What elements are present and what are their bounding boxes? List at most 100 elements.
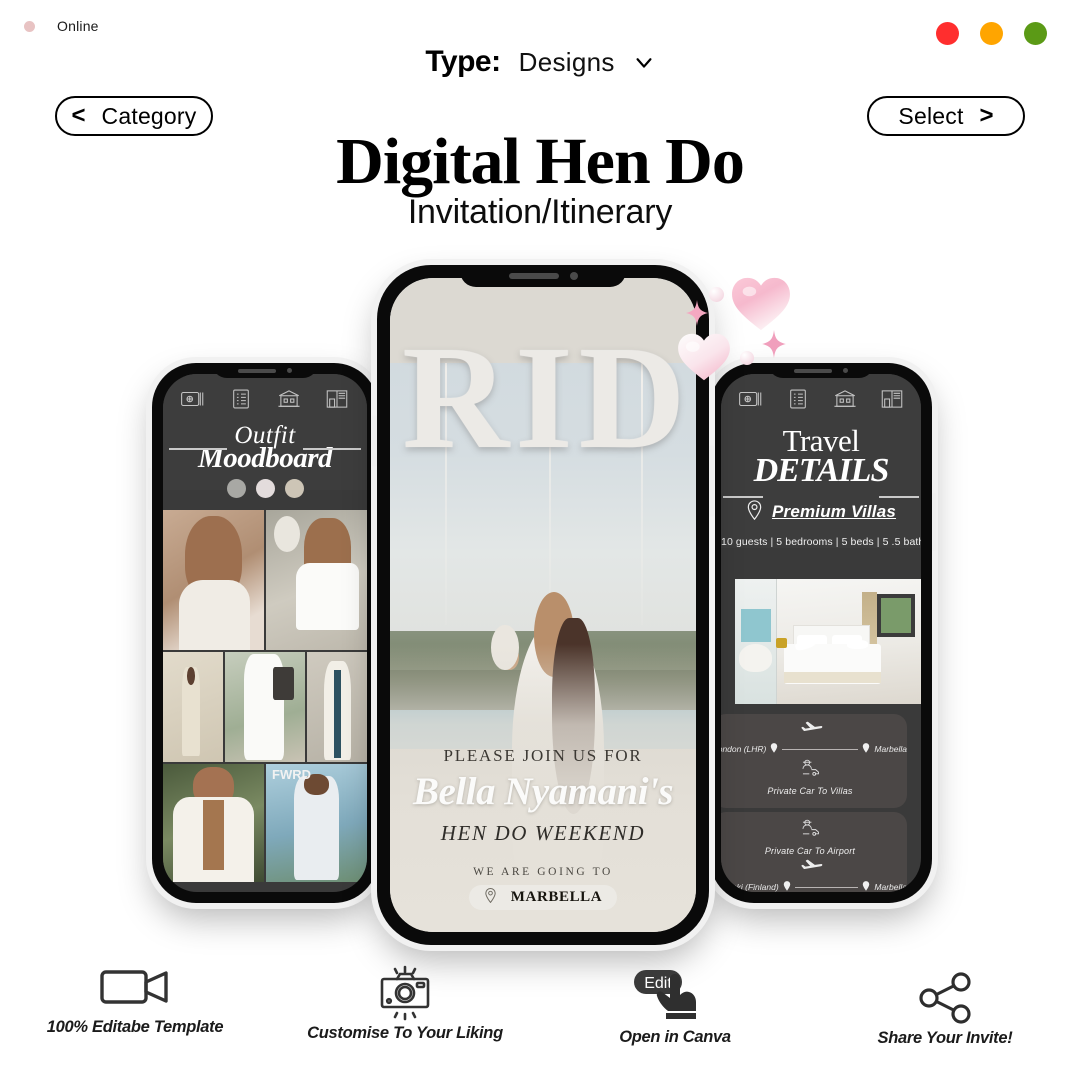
trip-card[interactable]: Private Car To Airport Helsinki (Finland… [721,812,907,892]
status-label: Online [57,18,99,34]
airplane-icon [721,859,907,877]
phone-notch-center [460,265,626,287]
moodboard-photo-grid: FWRD [163,510,367,882]
phone-screen-right: Travel DETAILS Premium Villas 10 guests … [721,374,921,892]
sphere-decoration [709,287,724,302]
destination-label: MARBELLA [510,889,603,905]
travel-bold-heading: DETAILS [753,452,890,490]
balloon-letters: RID [402,315,692,480]
moodboard-photo[interactable] [163,651,223,763]
building-icon[interactable] [276,388,302,415]
phone-power-button [932,493,936,551]
invitation-event: HEN DO WEEKEND [440,821,646,845]
feature-label: Share Your Invite! [877,1029,1013,1047]
phone-power-button [709,445,714,517]
header-rule-right [879,496,919,498]
location-pin-icon [862,878,870,892]
moodboard-photo[interactable] [163,510,264,650]
video-camera-icon [99,956,171,1018]
feature-editable-template[interactable]: 100% Editabe Template [0,944,270,1074]
invitation-intro: PLEASE JOIN US FOR [443,746,643,765]
villa-name[interactable]: Premium Villas [772,502,896,522]
villa-row[interactable]: Premium Villas [721,499,921,525]
trip-destination: Marbella [874,882,907,892]
left-nav-icons[interactable] [163,374,367,420]
right-nav-icons[interactable] [721,374,921,420]
heart-decoration [730,276,792,332]
type-selector[interactable]: Type: Designs [0,45,1080,79]
trip-origin: London (LHR) [721,744,767,754]
moodboard-photo[interactable] [163,764,264,882]
type-label: Type: [425,45,501,78]
phone-side-button [148,468,152,510]
location-pin-icon [770,740,778,758]
ticket-icon[interactable] [738,388,764,415]
trip-destination: Marbella [874,744,907,754]
feature-open-in-canva[interactable]: Edit Open in Canva [540,944,810,1074]
ticket-icon[interactable] [180,388,206,415]
location-pin-icon [862,740,870,758]
transfer-label: Private Car To Airport [764,846,856,856]
swatch [284,479,304,498]
route-line [782,748,859,750]
chauffeur-icon [721,819,907,841]
phone-notch-right [768,363,874,378]
travel-header: Travel DETAILS Premium Villas 10 guests … [721,420,921,548]
transfer-label: Private Car To Villas [767,786,853,796]
checklist-icon[interactable] [785,388,811,415]
destination-chip[interactable]: MARBELLA [469,885,617,910]
moodboard-photo[interactable]: FWRD [266,764,367,882]
phone-notch-left [212,363,318,378]
moodboard-photo[interactable] [266,510,367,650]
chevron-down-icon[interactable] [633,51,655,73]
location-pin-icon [484,887,497,908]
invitation-name: Bella Nyamani's [412,770,674,813]
villa-bedroom-photo[interactable] [735,579,921,704]
minimize-button[interactable] [980,22,1003,45]
invitation-text: PLEASE JOIN US FOR Bella Nyamani's HEN D… [390,746,696,910]
header-rule-left [169,448,227,450]
phone-mockup-center[interactable]: RID PLEASE JOIN US FOR Bella Nyamani's H… [372,265,714,945]
trip-card[interactable]: London (LHR) Marbella Private Car To Vil… [721,714,907,808]
feature-label: 100% Editabe Template [46,1018,224,1036]
chauffeur-icon [721,759,907,781]
feature-label: Customise To Your Liking [307,1024,503,1042]
color-swatches [163,479,367,498]
moodboard-bold-heading: Moodboard [197,442,333,474]
moodboard-photo[interactable] [307,651,367,763]
header-rule-left [723,496,763,498]
status-dot [24,20,35,32]
phone-mockup-left[interactable]: Outfit Moodboard FWRD [148,363,382,903]
storefront-icon[interactable] [324,388,350,415]
app-window: Online Type: Designs < Category Select >… [0,0,1080,1080]
page-title: Digital Hen Do [336,125,745,198]
online-status: Online [24,18,99,34]
phone-mockup-right[interactable]: Travel DETAILS Premium Villas 10 guests … [706,363,936,903]
moodboard-photo[interactable] [224,651,306,763]
checklist-icon[interactable] [228,388,254,415]
header-rule-right [303,448,361,450]
feature-share-invite[interactable]: Share Your Invite! [810,944,1080,1074]
trip-route: London (LHR) Marbella [721,740,907,758]
building-icon[interactable] [832,388,858,415]
type-value[interactable]: Designs [519,47,615,78]
close-button[interactable] [936,22,959,45]
trip-route: Helsinki (Finland) Marbella [721,878,907,892]
feature-row: 100% Editabe Template Customise To Your … [0,944,1080,1074]
maximize-button[interactable] [1024,22,1047,45]
travel-script-heading: Travel [782,423,860,458]
sphere-decoration [740,351,754,365]
route-line [794,886,859,888]
trip-origin: Helsinki (Finland) [721,882,779,892]
sparkle-icon [762,330,786,363]
invitation-going-label: WE ARE GOING TO [473,866,613,878]
phone-side-button [372,415,377,467]
window-controls[interactable] [936,22,1047,45]
storefront-icon[interactable] [879,388,905,415]
swatch [226,479,246,498]
swatch [255,479,275,498]
camera-icon [374,962,436,1024]
feature-label: Open in Canva [619,1028,731,1046]
phone-screen-center: RID PLEASE JOIN US FOR Bella Nyamani's H… [390,278,696,932]
feature-customise[interactable]: Customise To Your Liking [270,944,540,1074]
